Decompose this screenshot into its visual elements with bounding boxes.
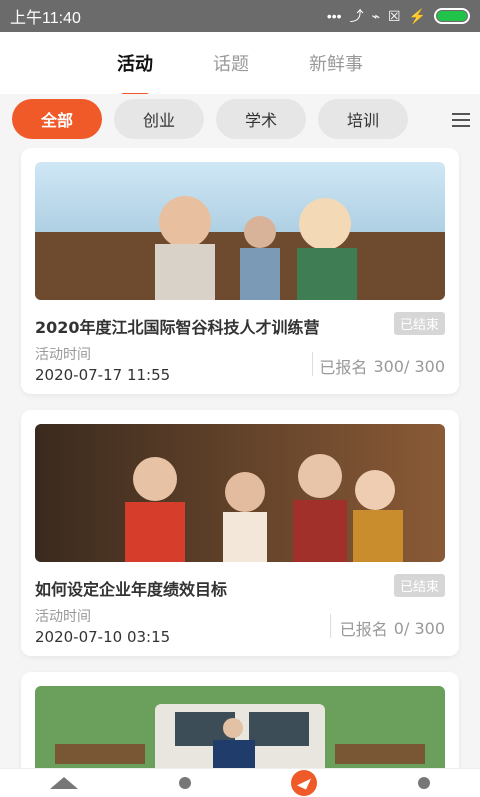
home-icon[interactable]	[50, 777, 79, 789]
filter-chips: 全部 创业 学术 培训	[0, 94, 480, 144]
chip-startup[interactable]: 创业	[114, 99, 204, 139]
activity-title: 2020年度江北国际智谷科技人才训练营	[35, 318, 320, 337]
activity-card[interactable]	[21, 672, 459, 768]
divider	[330, 614, 331, 638]
profile-icon[interactable]	[417, 777, 430, 789]
signup-label: 已报名	[339, 620, 388, 639]
send-icon[interactable]	[291, 770, 318, 796]
sim-icon: ☒	[388, 7, 401, 24]
activity-time-label: 活动时间	[35, 347, 91, 363]
status-icons: ••• ⤴ ⌁ ☒ ⚡	[327, 6, 470, 26]
status-badge: 已结束	[393, 574, 445, 597]
activity-image	[35, 162, 445, 300]
tab-topics[interactable]: 话题	[213, 40, 249, 86]
status-badge: 已结束	[393, 312, 445, 335]
status-time: 上午11:40	[10, 10, 81, 27]
no-sound-icon: ⤴	[349, 8, 364, 24]
signup-label: 已报名	[319, 358, 368, 377]
tab-activity[interactable]: 活动	[117, 40, 153, 86]
charging-icon: ⚡	[408, 7, 426, 24]
activity-time: 2020-07-10 03:15	[35, 628, 171, 646]
activity-list[interactable]: 2020年度江北国际智谷科技人才训练营 已结束 活动时间 2020-07-17 …	[0, 148, 480, 768]
chip-all[interactable]: 全部	[12, 99, 102, 139]
activity-title: 如何设定企业年度绩效目标	[35, 580, 228, 599]
dot-icon[interactable]	[178, 777, 191, 789]
signup-info: 已报名 300/ 300	[319, 354, 445, 378]
activity-time-label: 活动时间	[35, 609, 91, 625]
wifi-icon: ⌁	[371, 7, 380, 24]
signup-count: 0/ 300	[393, 618, 445, 638]
activity-image	[35, 686, 445, 768]
activity-card[interactable]: 2020年度江北国际智谷科技人才训练营 已结束 活动时间 2020-07-17 …	[21, 148, 459, 394]
car-photo	[35, 686, 445, 768]
menu-icon[interactable]	[452, 113, 470, 127]
activity-time: 2020-07-17 11:55	[35, 366, 171, 384]
signup-count: 300/ 300	[373, 356, 445, 376]
tab-news[interactable]: 新鲜事	[309, 40, 363, 86]
more-icon: •••	[326, 8, 342, 24]
chip-training[interactable]: 培训	[318, 99, 408, 139]
bottom-nav	[0, 768, 480, 797]
status-bar: 上午11:40 ••• ⤴ ⌁ ☒ ⚡	[0, 0, 480, 32]
chip-academic[interactable]: 学术	[216, 99, 306, 139]
activity-card[interactable]: 如何设定企业年度绩效目标 已结束 活动时间 2020-07-10 03:15 已…	[21, 410, 459, 656]
signup-info: 已报名 0/ 300	[340, 616, 445, 640]
battery-icon	[434, 8, 470, 24]
top-tabs: 活动 话题 新鲜事	[0, 32, 480, 94]
divider	[312, 352, 313, 376]
group-photo	[35, 424, 445, 562]
amusement-photo	[35, 162, 445, 300]
activity-image	[35, 424, 445, 562]
